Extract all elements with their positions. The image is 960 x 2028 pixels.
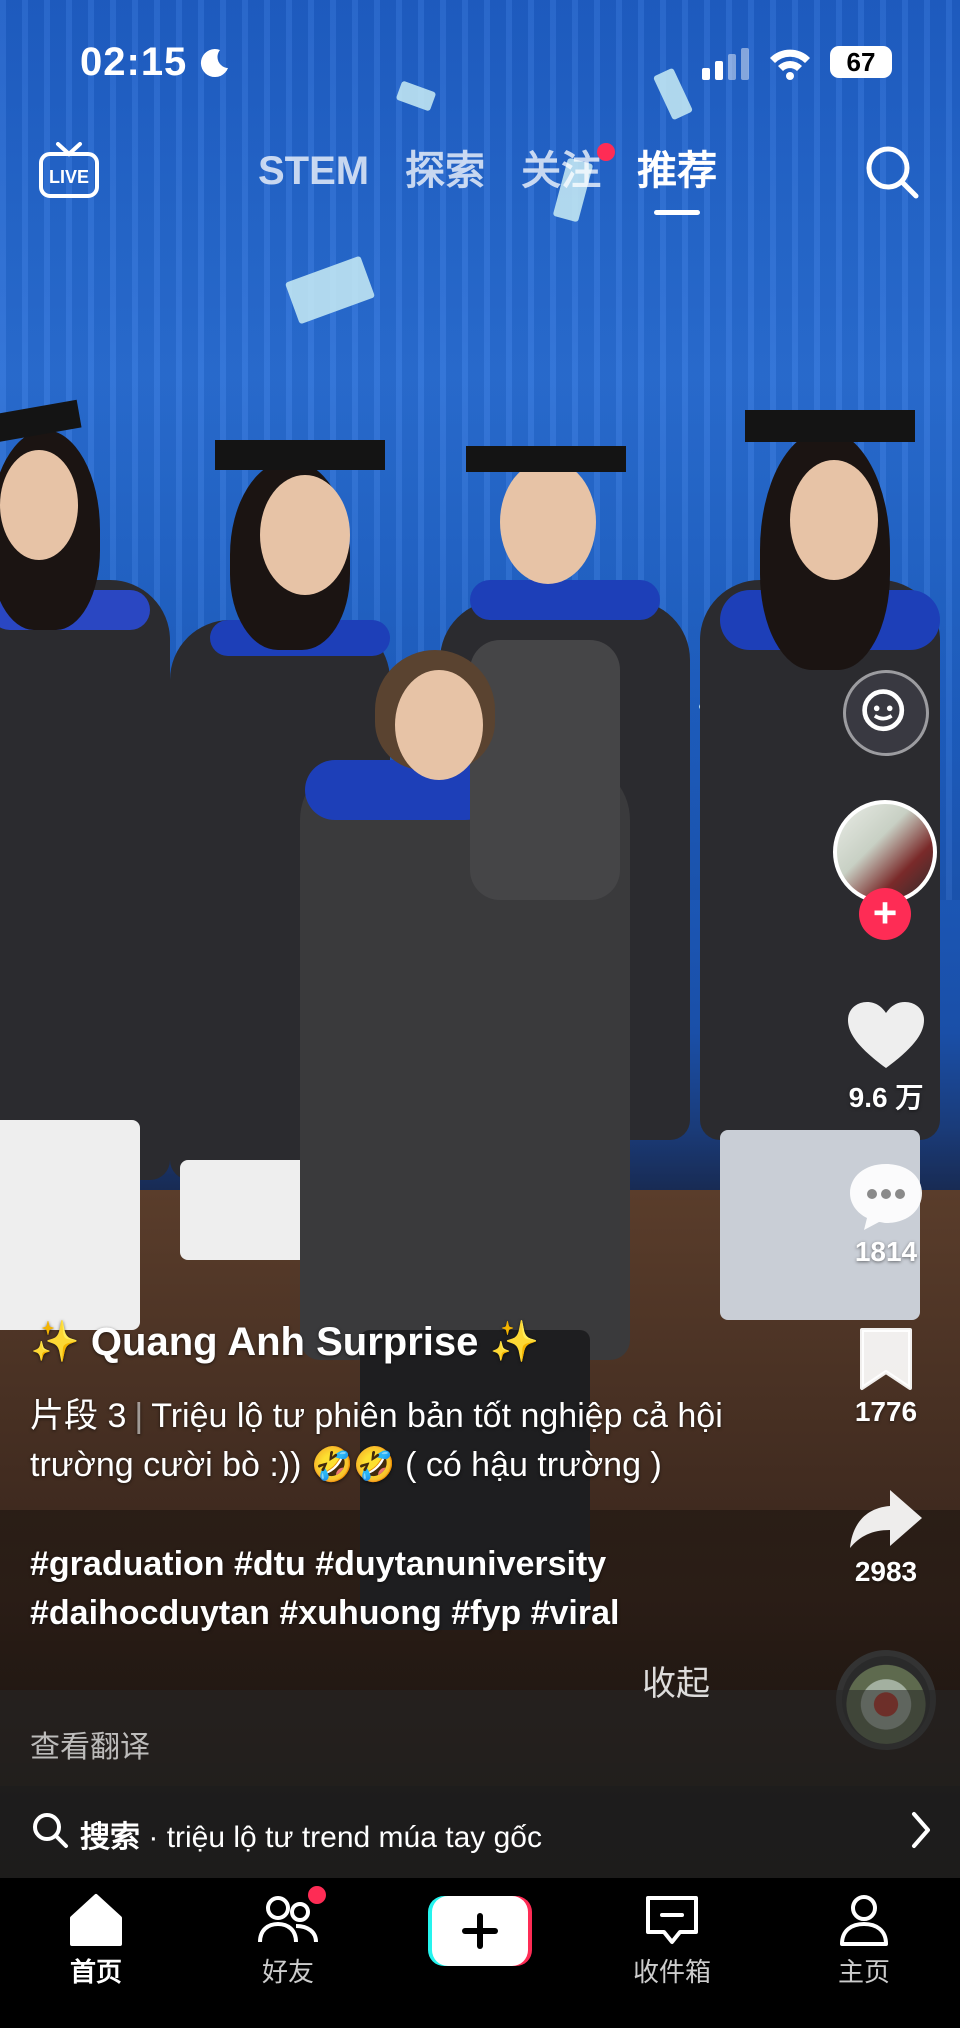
notification-dot [597, 143, 616, 161]
home-icon [70, 1894, 122, 1946]
nav-inbox-label: 收件箱 [632, 1957, 711, 1987]
status-time: 02:15 [80, 40, 188, 84]
tab-for-you[interactable]: 推荐 [619, 145, 735, 215]
nav-profile[interactable]: 主页 [794, 1892, 934, 1989]
nav-friends-label: 好友 [261, 1957, 314, 1987]
status-bar: 02:15 67 [0, 0, 960, 130]
comment-icon [850, 1164, 922, 1230]
author-name[interactable]: ✨ Quang Anh Surprise ✨ [30, 1318, 810, 1365]
bookmark-icon [860, 1328, 912, 1390]
profile-icon [840, 1895, 888, 1946]
nav-home[interactable]: 首页 [26, 1892, 166, 1989]
effect-face-button[interactable] [843, 670, 929, 756]
search-icon[interactable] [862, 142, 922, 202]
separator: | [134, 1397, 144, 1435]
tab-following[interactable]: 关注 [503, 143, 619, 215]
hashtags-line[interactable]: #daihocduytan #xuhuong #fyp #viral [30, 1589, 810, 1638]
like-count: 9.6 万 [848, 1082, 924, 1113]
nav-home-label: 首页 [69, 1957, 122, 1987]
favorite-count: 1776 [854, 1396, 918, 1427]
inbox-icon [646, 1896, 698, 1944]
share-count: 2983 [854, 1556, 918, 1587]
tab-explore[interactable]: 探索 [387, 145, 503, 215]
chevron-right-icon [912, 1812, 930, 1848]
like-button[interactable]: 9.6 万 [836, 1000, 936, 1116]
part-label: 片段 3 [30, 1397, 127, 1435]
moon-icon [200, 49, 228, 78]
search-dot: · [148, 1821, 159, 1854]
tab-stem[interactable]: STEM [240, 145, 387, 215]
share-button[interactable]: 2983 [836, 1486, 936, 1588]
favorite-button[interactable]: 1776 [836, 1326, 936, 1428]
search-query: triệu lộ tư trend múa tay gốc [166, 1821, 542, 1854]
signal-icon [702, 48, 749, 80]
heart-icon [848, 1002, 924, 1068]
hashtags-line[interactable]: #graduation #dtu #duytanuniversity [30, 1540, 810, 1589]
search-prefix: 搜索 [80, 1821, 140, 1854]
search-suggestion-text: 搜索 · triệu lộ tư trend múa tay gốc [80, 1812, 542, 1856]
video-description: 片段 3 | Triệu lộ tư phiên bản tốt nghiệp cả… [30, 1392, 810, 1490]
battery-indicator: 67 [830, 46, 892, 78]
collapse-button[interactable]: 收起 [642, 1656, 710, 1705]
nav-profile-label: 主页 [837, 1957, 890, 1987]
create-plus-icon[interactable] [428, 1896, 532, 1966]
share-arrow-icon [850, 1490, 922, 1548]
nav-friends[interactable]: 好友 [218, 1886, 358, 1989]
comment-button[interactable]: 1814 [836, 1160, 936, 1268]
bottom-nav: 首页 好友 收件箱 主页 [0, 1878, 960, 2028]
search-icon [33, 1813, 68, 1848]
search-suggestion-bar[interactable]: 搜索 · triệu lộ tư trend múa tay gốc [0, 1786, 960, 1878]
see-translation-link[interactable]: 查看翻译 [30, 1722, 150, 1766]
top-tabs: STEM 探索 关注 推荐 [240, 143, 735, 215]
nav-inbox[interactable]: 收件箱 [602, 1892, 742, 1989]
live-tv-icon[interactable]: LIVE [38, 142, 100, 200]
wifi-icon [770, 49, 810, 80]
face-icon [862, 689, 905, 732]
comment-count: 1814 [854, 1236, 918, 1267]
svg-text:LIVE: LIVE [49, 167, 89, 187]
hashtags[interactable]: #graduation #dtu #duytanuniversity #daih… [30, 1540, 810, 1638]
follow-plus-button[interactable]: + [859, 888, 911, 940]
friends-notification-dot [308, 1886, 326, 1904]
